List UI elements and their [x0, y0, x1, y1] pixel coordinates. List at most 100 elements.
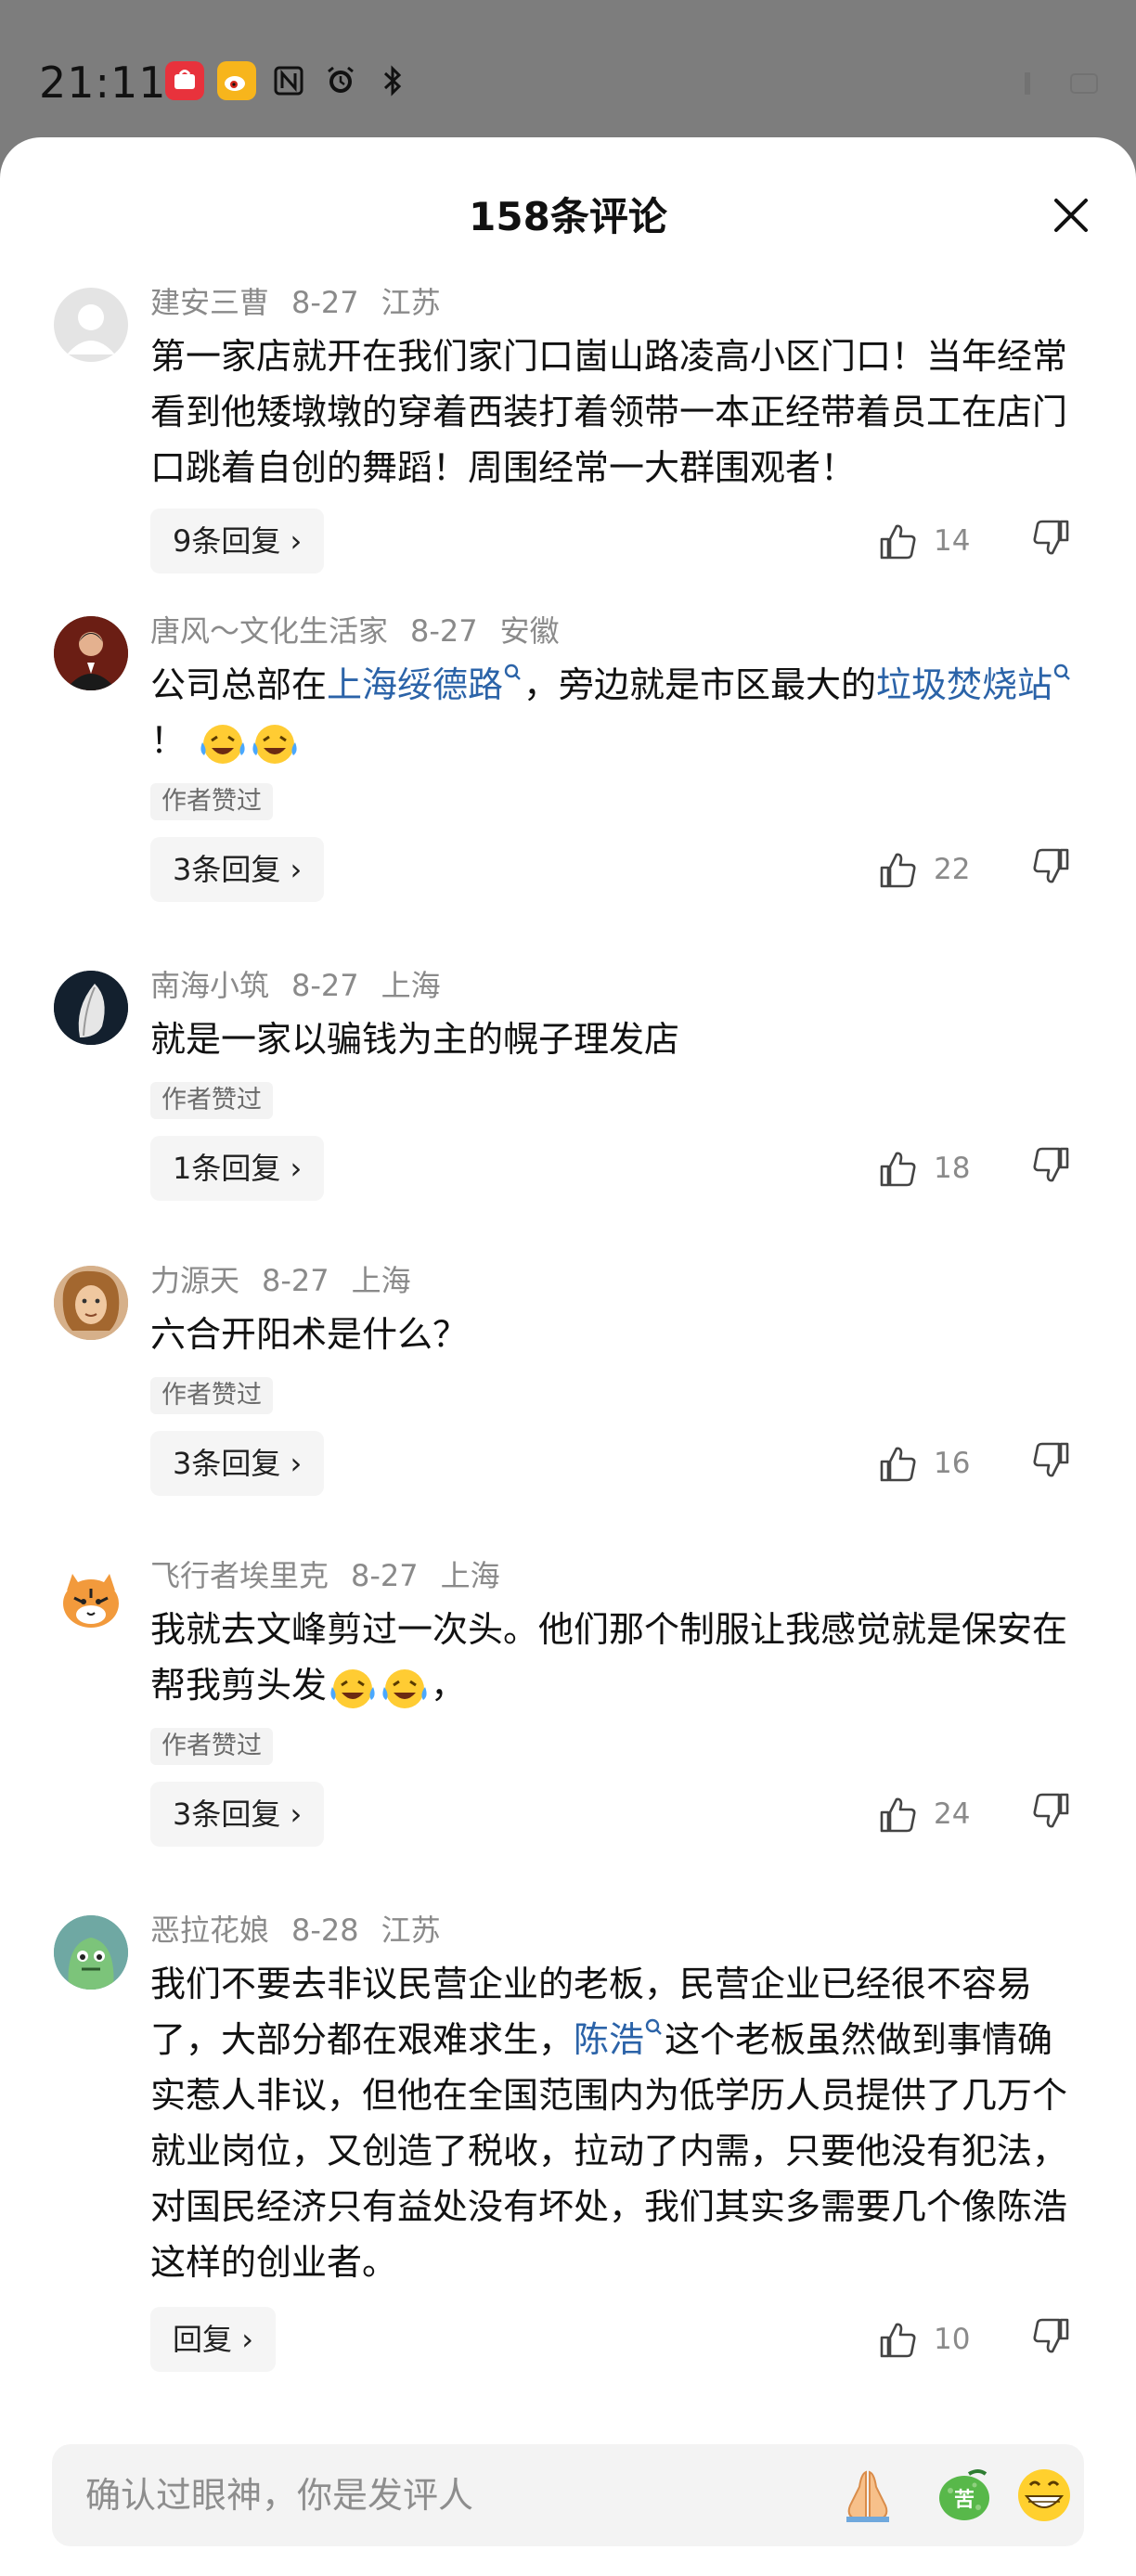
thumbs-up-icon: [880, 524, 916, 560]
author-liked-badge: 作者赞过: [150, 1377, 273, 1414]
comment-meta: 南海小筑 8-27 上海: [150, 960, 1077, 1011]
thumbs-up-icon: [880, 1447, 916, 1482]
author-name[interactable]: 南海小筑: [150, 968, 269, 1003]
thumbs-up-icon: [880, 1152, 916, 1187]
laughing-crying-emoji: [200, 724, 245, 764]
comment-text[interactable]: 六合开阳术是什么？: [150, 1307, 1077, 1362]
replies-label: 3条回复: [173, 1797, 281, 1832]
alarm-icon: [321, 61, 360, 100]
praying-hands-emoji-button[interactable]: [837, 2465, 898, 2526]
comment-item: 飞行者埃里克 8-27 上海 我就去文峰剪过一次头。他们那个制服让我感觉就是保安在帮…: [0, 1550, 1136, 1847]
comment-location: 上海: [351, 1263, 411, 1298]
replies-label: 3条回复: [173, 1446, 281, 1481]
text-segment: ！: [150, 720, 187, 761]
view-replies-button[interactable]: 3条回复 ›: [150, 1782, 325, 1847]
weibo-icon: [217, 61, 256, 100]
comment-input-bar[interactable]: 确认过眼神，你是发评人 苦: [52, 2444, 1084, 2546]
comment-actions: 1条回复 › 18: [150, 1136, 1077, 1201]
comment-actions: 回复 › 10: [150, 2307, 1077, 2372]
like-button[interactable]: 10: [878, 2316, 980, 2363]
comment-meta: 恶拉花娘 8-28 江苏: [150, 1904, 1077, 1956]
comment-text[interactable]: 我们不要去非议民营企业的老板，民营企业已经很不容易了，大部分都在艰难求生，陈浩这…: [150, 1956, 1077, 2290]
comment-actions: 3条回复 › 22: [150, 837, 1077, 902]
comment-text[interactable]: 第一家店就开在我们家门口崮山路凌高小区门口！当年经常看到他矮墩墩的穿着西装打着领…: [150, 328, 1077, 496]
comment-date: 8-27: [410, 613, 478, 649]
author-liked-badge: 作者赞过: [150, 1082, 273, 1119]
author-name[interactable]: 恶拉花娘: [150, 1913, 269, 1948]
replies-label: 1条回复: [173, 1151, 281, 1186]
thumbs-down-icon: [1033, 1442, 1069, 1477]
avatar[interactable]: [54, 971, 128, 1045]
huawei-app-icon: [165, 61, 204, 100]
comment-list[interactable]: 建安三曹 8-27 江苏 第一家店就开在我们家门口崮山路凌高小区门口！当年经常看到他…: [0, 277, 1136, 2374]
avatar[interactable]: [54, 616, 128, 690]
avatar[interactable]: [54, 1266, 128, 1340]
author-name[interactable]: 飞行者埃里克: [150, 1558, 329, 1593]
avatar[interactable]: [54, 288, 128, 362]
topic-link-label: 陈浩: [574, 2019, 645, 2060]
comment-text[interactable]: 就是一家以骗钱为主的幌子理发店: [150, 1011, 1077, 1067]
laughing-crying-emoji: [330, 1668, 375, 1708]
dislike-button[interactable]: [1030, 1145, 1077, 1191]
like-count: 18: [934, 1152, 971, 1185]
bitter-melon-emoji-button[interactable]: 苦: [934, 2465, 995, 2526]
author-name[interactable]: 唐风～文化生活家: [150, 613, 388, 649]
grin-icon: [1018, 2469, 1070, 2521]
view-replies-button[interactable]: 3条回复 ›: [150, 837, 325, 902]
like-count: 14: [934, 524, 971, 558]
comment-item: 力源天 8-27 上海 六合开阳术是什么？ 作者赞过 3条回复 › 16: [0, 1255, 1136, 1496]
avatar[interactable]: [54, 1561, 128, 1635]
dislike-button[interactable]: [1030, 1791, 1077, 1837]
comment-actions: 3条回复 › 16: [150, 1431, 1077, 1496]
thumbs-up-icon: [880, 853, 916, 888]
comment-item: 唐风～文化生活家 8-27 安徽 公司总部在上海绥德路 ，旁边就是市区最大的垃圾焚烧站…: [0, 605, 1136, 902]
avatar[interactable]: [54, 1915, 128, 1990]
text-segment: 我就去文峰剪过一次头。他们那个制服让我感觉就是保安在帮我剪头发: [150, 1609, 1068, 1706]
topic-link[interactable]: 垃圾焚烧站: [876, 663, 1073, 705]
like-count: 16: [934, 1447, 971, 1480]
comment-meta: 力源天 8-27 上海: [150, 1255, 1077, 1307]
topic-link[interactable]: 上海绥德路: [327, 663, 523, 705]
reply-button[interactable]: 回复 ›: [150, 2307, 276, 2372]
view-replies-button[interactable]: 9条回复 ›: [150, 509, 325, 573]
thumbs-down-icon: [1033, 1147, 1069, 1182]
like-button[interactable]: 24: [878, 1791, 980, 1837]
comment-text[interactable]: 公司总部在上海绥德路 ，旁边就是市区最大的垃圾焚烧站 ！: [150, 657, 1077, 768]
author-name[interactable]: 建安三曹: [150, 285, 269, 320]
view-replies-button[interactable]: 1条回复 ›: [150, 1136, 325, 1201]
comment-text[interactable]: 我就去文峰剪过一次头。他们那个制服让我感觉就是保安在帮我剪头发，: [150, 1602, 1077, 1713]
thumbs-down-icon: [1033, 1793, 1069, 1828]
comment-date: 8-27: [351, 1558, 419, 1593]
search-icon: [504, 663, 521, 680]
topic-link[interactable]: 陈浩: [574, 2018, 665, 2060]
like-button[interactable]: 22: [878, 846, 980, 893]
view-replies-button[interactable]: 3条回复 ›: [150, 1431, 325, 1496]
thumbs-down-icon: [1033, 520, 1069, 555]
close-button[interactable]: [1047, 191, 1095, 239]
author-liked-badge: 作者赞过: [150, 1728, 273, 1765]
like-button[interactable]: 14: [878, 518, 980, 564]
comment-date: 8-27: [291, 285, 359, 320]
sheet-header: 158条评论: [0, 137, 1136, 286]
sheet-title: 158条评论: [469, 194, 667, 239]
thumbs-up-icon: [880, 2323, 916, 2358]
search-icon: [1053, 663, 1070, 680]
comment-item: 恶拉花娘 8-28 江苏 我们不要去非议民营企业的老板，民营企业已经很不容易了，大部…: [0, 1904, 1136, 2372]
svg-text:苦: 苦: [954, 2489, 975, 2512]
like-button[interactable]: 16: [878, 1440, 980, 1487]
comment-meta: 建安三曹 8-27 江苏: [150, 277, 1077, 328]
dislike-button[interactable]: [1030, 1440, 1077, 1487]
comment-date: 8-27: [262, 1263, 329, 1298]
text-segment: ，旁边就是市区最大的: [523, 664, 877, 705]
dislike-button[interactable]: [1030, 846, 1077, 893]
comment-item: 建安三曹 8-27 江苏 第一家店就开在我们家门口崮山路凌高小区门口！当年经常看到他…: [0, 277, 1136, 573]
dislike-button[interactable]: [1030, 2316, 1077, 2363]
comment-input-placeholder[interactable]: 确认过眼神，你是发评人: [85, 2444, 473, 2546]
dislike-button[interactable]: [1030, 518, 1077, 564]
search-icon: [645, 2018, 662, 2035]
like-count: 22: [934, 853, 971, 886]
topic-link-label: 上海绥德路: [327, 664, 504, 705]
grin-emoji-button[interactable]: [1013, 2465, 1075, 2526]
like-button[interactable]: 18: [878, 1145, 980, 1191]
author-name[interactable]: 力源天: [150, 1263, 239, 1298]
